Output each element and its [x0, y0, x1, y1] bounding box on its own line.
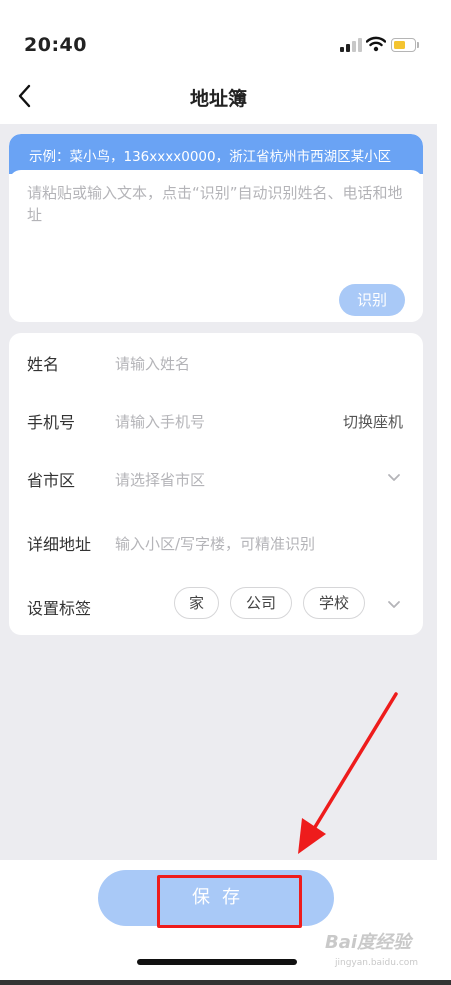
watermark-brand: Bai度经验	[325, 932, 412, 953]
annotation-highlight-box	[157, 875, 302, 928]
phone-row: 手机号 请输入手机号 切换座机	[9, 401, 423, 441]
tags-row: 设置标签 家 公司 学校	[9, 587, 423, 627]
tags-label: 设置标签	[27, 599, 92, 618]
tag-company[interactable]: 公司	[230, 587, 292, 619]
paste-textarea[interactable]: 请粘贴或输入文本，点击“识别”自动识别姓名、电话和地址 识别	[9, 170, 423, 322]
name-row: 姓名 请输入姓名	[9, 343, 423, 383]
region-select[interactable]: 请选择省市区	[115, 469, 205, 490]
name-label: 姓名	[27, 355, 60, 374]
address-input[interactable]: 输入小区/写字楼，可精准识别	[115, 533, 315, 554]
address-label: 详细地址	[27, 535, 92, 554]
signal-icon	[340, 38, 362, 52]
phone-label: 手机号	[27, 413, 76, 432]
page-title: 地址簿	[189, 88, 247, 110]
region-row[interactable]: 省市区 请选择省市区	[9, 459, 423, 499]
phone-input[interactable]: 请输入手机号	[115, 411, 205, 432]
chevron-down-icon[interactable]	[387, 600, 401, 610]
status-time: 20:40	[24, 34, 87, 56]
example-banner: 示例：菜小鸟，136xxxx0000，浙江省杭州市西湖区某小区	[9, 134, 423, 174]
baidu-watermark: Bai度经验 jingyan.baidu.com	[325, 928, 435, 976]
status-bar: 20:40	[0, 0, 437, 70]
recognize-button[interactable]: 识别	[339, 284, 405, 316]
name-input[interactable]: 请输入姓名	[115, 353, 190, 374]
nav-bar: 地址簿	[0, 70, 437, 124]
annotation-arrow	[298, 692, 398, 854]
watermark-url: jingyan.baidu.com	[335, 958, 419, 968]
screen-edge	[437, 0, 451, 985]
tag-school[interactable]: 学校	[303, 587, 365, 619]
battery-icon	[391, 38, 419, 52]
wifi-icon	[366, 36, 386, 52]
region-label: 省市区	[27, 471, 76, 490]
phone-screen: 20:40 地址簿 示例：菜小鸟，136xxxx0000，浙江省杭州市西湖区某小…	[0, 0, 437, 985]
bottom-edge	[0, 980, 451, 985]
address-form-card: 姓名 请输入姓名 手机号 请输入手机号 切换座机 省市区 请选择省市区 详细地址…	[9, 333, 423, 635]
smart-paste-card: 示例：菜小鸟，136xxxx0000，浙江省杭州市西湖区某小区 请粘贴或输入文本…	[9, 134, 423, 322]
switch-landline-button[interactable]: 切换座机	[343, 411, 403, 432]
home-indicator[interactable]	[137, 959, 297, 965]
tag-home[interactable]: 家	[174, 587, 219, 619]
chevron-down-icon[interactable]	[387, 473, 401, 483]
paste-placeholder: 请粘贴或输入文本，点击“识别”自动识别姓名、电话和地址	[27, 184, 403, 224]
address-row: 详细地址 输入小区/写字楼，可精准识别	[9, 523, 423, 563]
example-text: 示例：菜小鸟，136xxxx0000，浙江省杭州市西湖区某小区	[29, 149, 392, 165]
